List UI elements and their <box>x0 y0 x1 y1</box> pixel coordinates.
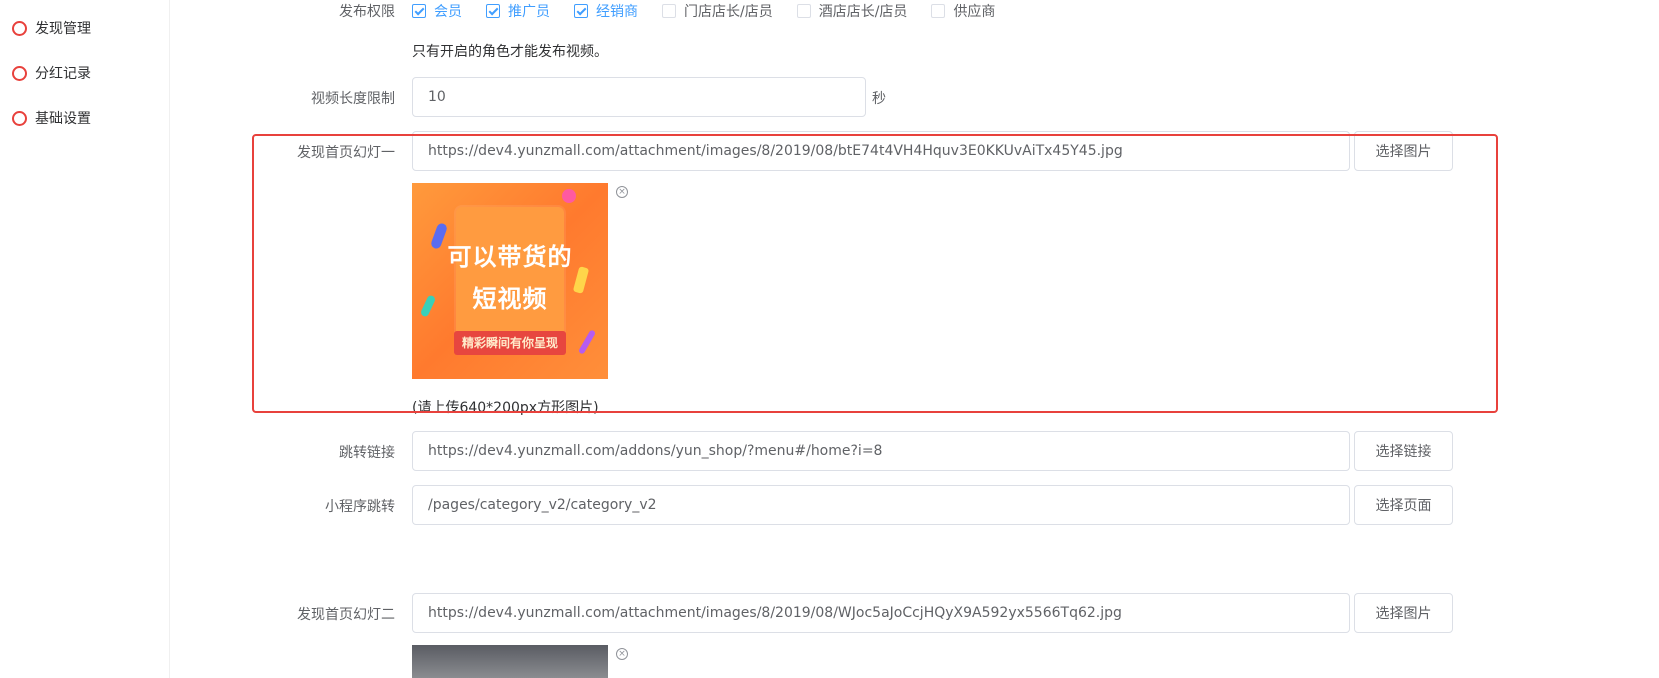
main-form: 发布权限 会员 推广员 经销商 门店店长/店员 酒店店长/店员 供应商 只有开启… <box>170 0 1659 678</box>
select-link-button[interactable]: 选择链接 <box>1354 431 1453 471</box>
slide1-url-input[interactable]: https://dev4.yunzmall.com/attachment/ima… <box>412 131 1350 171</box>
decoration <box>562 189 576 203</box>
jump-link-input[interactable]: https://dev4.yunzmall.com/addons/yun_sho… <box>412 431 1350 471</box>
sidebar-item-label: 基础设置 <box>35 111 91 127</box>
slide2-select-image-button[interactable]: 选择图片 <box>1354 593 1453 633</box>
banner-panel <box>456 207 564 337</box>
checkbox-store-manager[interactable]: 门店店长/店员 <box>662 1 773 21</box>
sidebar: 发现管理 分红记录 基础设置 <box>0 0 170 678</box>
circle-icon <box>12 65 27 81</box>
sidebar-item-dividends[interactable]: 分红记录 <box>12 61 91 85</box>
select-page-button[interactable]: 选择页面 <box>1354 485 1453 525</box>
banner-text-line2: 短视频 <box>472 285 548 313</box>
slide2-image-preview <box>412 645 608 678</box>
checkbox-empty-icon <box>796 4 811 18</box>
jump-link-label: 跳转链接 <box>339 445 395 461</box>
checkbox-member[interactable]: 会员 <box>412 1 462 21</box>
publish-permission-options: 会员 推广员 经销商 门店店长/店员 酒店店长/店员 供应商 <box>412 0 1019 22</box>
circle-icon <box>12 20 27 36</box>
slide1-select-image-button[interactable]: 选择图片 <box>1354 131 1453 171</box>
checkbox-supplier[interactable]: 供应商 <box>931 1 995 21</box>
checkbox-empty-icon <box>931 4 946 18</box>
sidebar-item-label: 分红记录 <box>35 66 91 82</box>
video-limit-label: 视频长度限制 <box>311 91 395 107</box>
checkbox-checked-icon <box>574 4 588 18</box>
slide1-label: 发现首页幻灯一 <box>297 145 395 161</box>
decoration <box>577 329 597 355</box>
sidebar-item-discover[interactable]: 发现管理 <box>12 16 91 40</box>
checkbox-promoter[interactable]: 推广员 <box>486 1 550 21</box>
banner-ribbon: 精彩瞬间有你呈现 <box>454 331 566 355</box>
banner-text-line1: 可以带货的 <box>447 243 573 271</box>
slide2-label: 发现首页幻灯二 <box>297 607 395 623</box>
checkbox-checked-icon <box>486 4 500 18</box>
checkbox-hotel-manager[interactable]: 酒店店长/店员 <box>796 1 907 21</box>
video-limit-input[interactable]: 10 <box>412 77 866 117</box>
mini-jump-input[interactable]: /pages/category_v2/category_v2 <box>412 485 1350 525</box>
slide2-url-input[interactable]: https://dev4.yunzmall.com/attachment/ima… <box>412 593 1350 633</box>
video-limit-unit: 秒 <box>872 91 886 107</box>
checkbox-empty-icon <box>662 4 676 18</box>
checkbox-dealer[interactable]: 经销商 <box>574 1 638 21</box>
close-icon[interactable]: × <box>616 648 628 660</box>
slide1-image-preview: 可以带货的 短视频 精彩瞬间有你呈现 <box>412 183 608 379</box>
checkbox-checked-icon <box>412 4 426 18</box>
mini-jump-label: 小程序跳转 <box>325 499 395 515</box>
publish-permission-hint: 只有开启的角色才能发布视频。 <box>412 44 608 60</box>
slide1-size-hint: (请上传640*200px方形图片) <box>412 400 599 416</box>
publish-permission-label: 发布权限 <box>339 4 395 20</box>
sidebar-item-settings[interactable]: 基础设置 <box>12 106 91 130</box>
sidebar-item-label: 发现管理 <box>35 21 91 37</box>
circle-icon <box>12 110 27 126</box>
close-icon[interactable]: × <box>616 186 628 198</box>
